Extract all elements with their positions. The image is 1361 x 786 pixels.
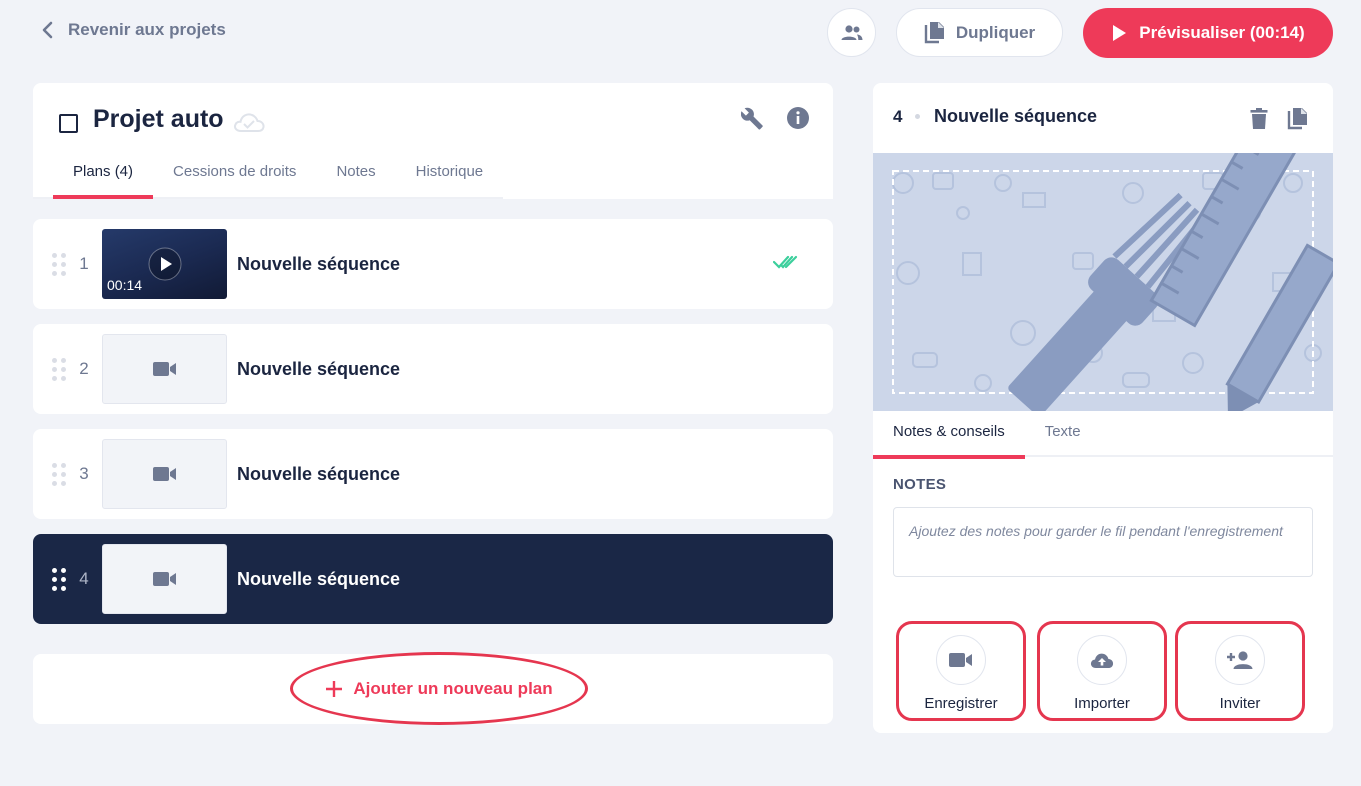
- drag-handle-icon[interactable]: [52, 462, 66, 486]
- add-plan-label: Ajouter un nouveau plan: [353, 678, 553, 698]
- plan-thumbnail[interactable]: [102, 439, 227, 509]
- invite-label: Inviter: [1219, 695, 1261, 712]
- plan-thumbnail[interactable]: [102, 334, 227, 404]
- detail-title: Nouvelle séquence: [934, 106, 1098, 126]
- plan-preview-image: [873, 153, 1333, 411]
- project-header: Projet auto Plans (4) Cessions de droits…: [33, 83, 833, 199]
- back-to-projects-link[interactable]: Revenir aux projets: [40, 20, 226, 40]
- preview-label: Prévisualiser (00:14): [1139, 23, 1305, 42]
- tab-text[interactable]: Texte: [1025, 411, 1101, 457]
- plus-icon: [326, 680, 343, 697]
- plan-title: Nouvelle séquence: [237, 568, 401, 589]
- plan-title: Nouvelle séquence: [237, 358, 401, 379]
- record-button[interactable]: Enregistrer: [896, 621, 1026, 721]
- plan-thumbnail[interactable]: [102, 544, 227, 614]
- invite-button[interactable]: Inviter: [1175, 621, 1305, 721]
- video-camera-icon: [152, 467, 176, 481]
- drag-handle-icon[interactable]: [52, 567, 66, 591]
- tab-history[interactable]: Historique: [396, 155, 504, 199]
- tab-plans[interactable]: Plans (4): [53, 155, 154, 199]
- plan-number: 3: [79, 464, 89, 483]
- cloud-check-icon: [234, 113, 265, 132]
- record-circle: [936, 635, 986, 685]
- drag-handle-icon[interactable]: [52, 252, 66, 276]
- plan-number: 2: [79, 359, 89, 378]
- duplicate-label: Dupliquer: [955, 22, 1036, 42]
- tab-notes[interactable]: Notes: [316, 155, 395, 199]
- play-icon: [1113, 25, 1127, 41]
- add-person-icon: [1227, 651, 1253, 669]
- plan-title: Nouvelle séquence: [237, 463, 401, 484]
- plan-detail-panel: 4 Nouvelle séquence Notes & conseils Tex…: [873, 83, 1333, 733]
- duplicate-button[interactable]: Dupliquer: [896, 8, 1063, 57]
- import-circle: [1077, 635, 1127, 685]
- detail-number: 4: [893, 107, 903, 126]
- import-button[interactable]: Importer: [1037, 621, 1167, 721]
- record-label: Enregistrer: [924, 695, 998, 712]
- project-checkbox[interactable]: [59, 114, 78, 133]
- invite-circle: [1215, 635, 1265, 685]
- back-label: Revenir aux projets: [68, 20, 226, 39]
- collaborators-button[interactable]: [827, 8, 876, 57]
- separator-dot: [915, 114, 920, 119]
- project-title: Projet auto: [93, 105, 224, 133]
- copy-icon: [924, 21, 944, 43]
- plan-row[interactable]: 3 Nouvelle séquence: [33, 429, 833, 519]
- add-plan-button[interactable]: Ajouter un nouveau plan: [290, 652, 588, 725]
- chevron-left-icon: [42, 21, 53, 39]
- tab-rights[interactable]: Cessions de droits: [153, 155, 316, 199]
- drag-handle-icon[interactable]: [52, 357, 66, 381]
- plan-duration: 00:14: [107, 277, 143, 293]
- plan-number: 1: [79, 254, 89, 273]
- users-icon: [841, 24, 862, 40]
- detail-tabs: Notes & conseils Texte: [873, 411, 1333, 459]
- video-camera-icon: [152, 572, 176, 586]
- trash-icon[interactable]: [1250, 108, 1268, 130]
- import-label: Importer: [1074, 695, 1130, 712]
- info-icon[interactable]: [786, 106, 810, 130]
- plan-number: 4: [79, 569, 89, 588]
- plan-row-selected[interactable]: 4 Nouvelle séquence: [33, 534, 833, 624]
- cloud-upload-icon: [1090, 653, 1114, 668]
- plan-row[interactable]: 1 00:14 Nouvelle séquence: [33, 219, 833, 309]
- preview-button[interactable]: Prévisualiser (00:14): [1083, 8, 1333, 58]
- video-camera-icon: [152, 362, 176, 376]
- play-icon: [148, 247, 181, 281]
- notes-textarea[interactable]: [893, 507, 1313, 577]
- plan-row[interactable]: 2 Nouvelle séquence: [33, 324, 833, 414]
- tab-notes-tips[interactable]: Notes & conseils: [873, 411, 1025, 459]
- plan-thumbnail[interactable]: 00:14: [102, 229, 227, 299]
- preview-illustration: [892, 153, 1333, 411]
- wrench-icon[interactable]: [741, 107, 765, 131]
- plan-title: Nouvelle séquence: [237, 253, 401, 274]
- project-tabs: Plans (4) Cessions de droits Notes Histo…: [53, 155, 503, 199]
- double-check-icon: [773, 255, 798, 269]
- copy-icon[interactable]: [1287, 107, 1309, 131]
- video-camera-icon: [949, 653, 972, 667]
- notes-heading: NOTES: [893, 476, 947, 493]
